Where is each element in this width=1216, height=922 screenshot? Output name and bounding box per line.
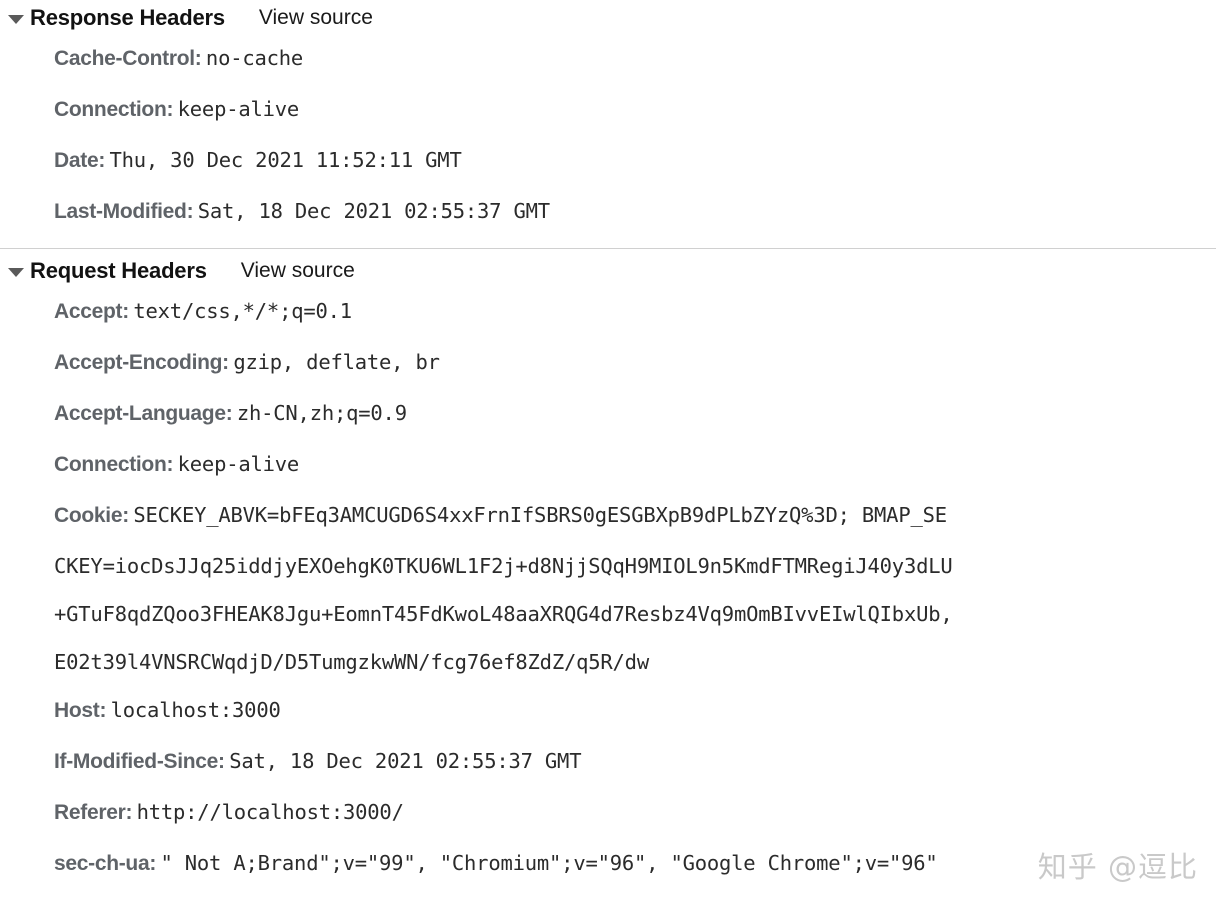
triangle-down-icon[interactable] bbox=[8, 267, 24, 277]
header-name: sec-ch-ua: bbox=[54, 852, 157, 875]
request-headers-title: Request Headers bbox=[30, 258, 207, 283]
response-headers-view-source-link[interactable]: View source bbox=[259, 6, 373, 30]
header-value: Thu, 30 Dec 2021 11:52:11 GMT bbox=[109, 148, 462, 172]
request-headers-view-source-link[interactable]: View source bbox=[241, 259, 355, 283]
header-value: no-cache bbox=[205, 46, 304, 70]
header-name: Host: bbox=[54, 699, 107, 722]
table-row[interactable]: Accept-Encoding: gzip, deflate, br bbox=[54, 338, 1216, 389]
table-row-cookie[interactable]: Cookie: SECKEY_ABVK=bFEq3AMCUGD6S4xxFrnI… bbox=[54, 491, 1216, 686]
request-headers-list: Accept: text/css,*/*;q=0.1 Accept-Encodi… bbox=[0, 287, 1216, 890]
table-row[interactable]: Connection: keep-alive bbox=[54, 440, 1216, 491]
header-name: Cookie: bbox=[54, 504, 129, 527]
table-row[interactable]: Cache-Control: no-cache bbox=[54, 34, 1216, 85]
header-value: localhost:3000 bbox=[110, 698, 281, 722]
response-headers-section-header[interactable]: Response Headers View source bbox=[0, 2, 1216, 34]
cookie-value-line-4: E02t39l4VNSRCWqdjD/D5TumgzkwWN/fcg76ef8Z… bbox=[54, 650, 649, 674]
network-headers-panel: Response Headers View source Cache-Contr… bbox=[0, 0, 1216, 922]
header-name: Last-Modified: bbox=[54, 200, 194, 223]
header-value: Sat, 18 Dec 2021 02:55:37 GMT bbox=[197, 199, 550, 223]
header-value: http://localhost:3000/ bbox=[136, 800, 404, 824]
header-name: Cache-Control: bbox=[54, 47, 202, 70]
header-name: Accept: bbox=[54, 300, 129, 323]
header-name: Accept-Language: bbox=[54, 402, 233, 425]
cookie-value-line-1: SECKEY_ABVK=bFEq3AMCUGD6S4xxFrnIfSBRS0gE… bbox=[133, 503, 947, 527]
cookie-value-line-2: CKEY=iocDsJJq25iddjyEXOehgK0TKU6WL1F2j+d… bbox=[54, 554, 953, 578]
table-row[interactable]: Host: localhost:3000 bbox=[54, 686, 1216, 737]
header-name: Connection: bbox=[54, 98, 174, 121]
header-name: Connection: bbox=[54, 453, 174, 476]
response-headers-list: Cache-Control: no-cache Connection: keep… bbox=[0, 34, 1216, 238]
header-value: gzip, deflate, br bbox=[233, 350, 440, 374]
cookie-first-line: Cookie: SECKEY_ABVK=bFEq3AMCUGD6S4xxFrnI… bbox=[54, 491, 1216, 542]
header-value: zh-CN,zh;q=0.9 bbox=[236, 401, 407, 425]
table-row[interactable]: Connection: keep-alive bbox=[54, 85, 1216, 136]
table-row-sec-ch-ua[interactable]: sec-ch-ua: " Not A;Brand";v="99", "Chrom… bbox=[54, 839, 1216, 890]
triangle-down-icon[interactable] bbox=[8, 14, 24, 24]
cookie-value-line-3: +GTuF8qdZQoo3FHEAK8Jgu+EomnT45FdKwoL48aa… bbox=[54, 602, 953, 626]
section-divider bbox=[0, 248, 1216, 249]
header-name: Accept-Encoding: bbox=[54, 351, 229, 374]
table-row[interactable]: Last-Modified: Sat, 18 Dec 2021 02:55:37… bbox=[54, 187, 1216, 238]
response-headers-title: Response Headers bbox=[30, 5, 225, 30]
header-value: Sat, 18 Dec 2021 02:55:37 GMT bbox=[229, 749, 582, 773]
header-value: text/css,*/*;q=0.1 bbox=[133, 299, 352, 323]
header-value: keep-alive bbox=[177, 97, 300, 121]
table-row[interactable]: Accept: text/css,*/*;q=0.1 bbox=[54, 287, 1216, 338]
header-value: " Not A;Brand";v="99", "Chromium";v="96"… bbox=[160, 851, 938, 875]
table-row[interactable]: Date: Thu, 30 Dec 2021 11:52:11 GMT bbox=[54, 136, 1216, 187]
table-row[interactable]: Accept-Language: zh-CN,zh;q=0.9 bbox=[54, 389, 1216, 440]
header-value: keep-alive bbox=[177, 452, 300, 476]
table-row[interactable]: Referer: http://localhost:3000/ bbox=[54, 788, 1216, 839]
request-headers-section-header[interactable]: Request Headers View source bbox=[0, 255, 1216, 287]
header-name: If-Modified-Since: bbox=[54, 750, 225, 773]
table-row[interactable]: If-Modified-Since: Sat, 18 Dec 2021 02:5… bbox=[54, 737, 1216, 788]
header-name: Referer: bbox=[54, 801, 133, 824]
header-name: Date: bbox=[54, 149, 106, 172]
